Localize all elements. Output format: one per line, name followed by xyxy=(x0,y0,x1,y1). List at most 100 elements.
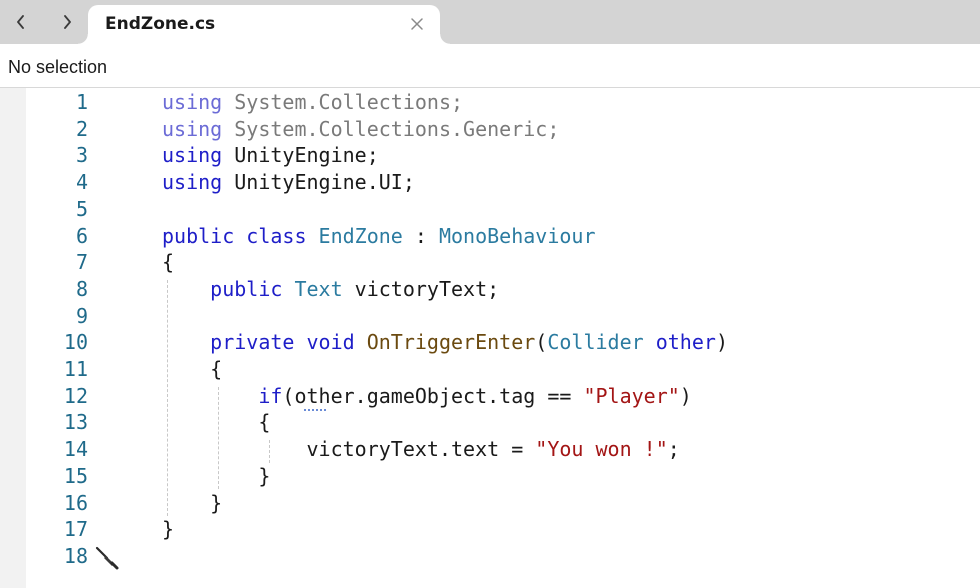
line-number: 8 xyxy=(75,276,88,301)
code-line[interactable]: 5 xyxy=(26,196,980,223)
line-number: 13 xyxy=(63,410,88,435)
code-token: OnTriggerEnter xyxy=(366,330,536,355)
code-token: other xyxy=(655,330,716,355)
code-token: ; xyxy=(667,437,680,462)
warning-squiggle xyxy=(304,406,326,411)
line-number: 9 xyxy=(75,303,88,328)
back-button[interactable] xyxy=(8,8,34,36)
code-line[interactable]: 6 public class EndZone : MonoBehaviour xyxy=(26,223,980,250)
code-text: private void OnTriggerEnter(Collider oth… xyxy=(162,329,728,355)
line-number: 10 xyxy=(63,330,88,355)
code-text: using System.Collections; xyxy=(162,89,463,115)
code-token: using xyxy=(162,143,223,168)
code-line[interactable]: 16 } xyxy=(26,490,980,517)
code-token: public xyxy=(210,276,283,301)
code-text: if(other.gameObject.tag == "Player") xyxy=(162,383,692,409)
code-text: using UnityEngine; xyxy=(162,142,379,168)
code-token: using xyxy=(162,90,223,114)
code-line[interactable]: 3 using UnityEngine; xyxy=(26,142,980,169)
line-number: 16 xyxy=(63,490,88,515)
code-text: { xyxy=(162,249,174,275)
forward-button[interactable] xyxy=(54,8,80,36)
code-token: MonoBehaviour xyxy=(438,223,596,248)
code-token: (other.gameObject.tag == xyxy=(282,383,584,408)
code-token: } xyxy=(162,463,271,488)
code-token: } xyxy=(162,490,223,515)
indent-guide xyxy=(269,440,270,463)
line-number: 4 xyxy=(75,170,88,195)
close-icon[interactable] xyxy=(410,17,424,31)
code-line[interactable]: 7{ xyxy=(26,249,980,276)
code-line[interactable]: 9 xyxy=(26,303,980,330)
code-text: public class EndZone : MonoBehaviour xyxy=(162,223,596,249)
line-number: 7 xyxy=(75,250,88,275)
code-token: { xyxy=(162,357,223,381)
code-token: System.Collections; xyxy=(222,90,464,114)
code-token: victoryText; xyxy=(342,276,500,301)
line-number: 12 xyxy=(63,383,88,408)
code-token: { xyxy=(162,410,271,435)
code-line[interactable]: 4 using UnityEngine.UI; xyxy=(26,169,980,196)
code-token: Collider xyxy=(547,330,644,355)
code-token: Text xyxy=(294,276,343,301)
code-text: { xyxy=(162,356,222,382)
code-editor[interactable]: 1 using System.Collections; 2 using System.… xyxy=(26,88,980,588)
line-number: 6 xyxy=(75,223,88,248)
code-token: private void xyxy=(210,330,355,355)
line-number: 5 xyxy=(75,196,88,221)
code-line[interactable]: 11 { xyxy=(26,356,980,383)
code-token: EndZone xyxy=(318,223,403,248)
code-line[interactable]: 2 using System.Collections.Generic; xyxy=(26,116,980,143)
line-number: 14 xyxy=(63,437,88,462)
code-line[interactable]: 15 } xyxy=(26,463,980,490)
code-line[interactable]: 1 using System.Collections; xyxy=(26,89,980,116)
code-text: public Text victoryText; xyxy=(162,276,499,302)
code-line[interactable]: 14 victoryText.text = "You won !"; xyxy=(26,436,980,463)
line-number: 17 xyxy=(63,517,88,542)
code-token: } xyxy=(162,517,175,542)
code-token: "You won !" xyxy=(535,437,668,462)
screwdriver-icon xyxy=(95,546,119,570)
code-token: ) xyxy=(679,383,692,408)
code-token: UnityEngine.UI; xyxy=(222,170,415,195)
code-text: victoryText.text = "You won !"; xyxy=(162,436,680,462)
code-token: if xyxy=(258,383,283,408)
code-text: } xyxy=(162,463,270,489)
code-line[interactable]: 17} xyxy=(26,516,980,543)
code-text: using System.Collections.Generic; xyxy=(162,116,559,142)
tab-title: EndZone.cs xyxy=(105,14,216,34)
chevron-left-icon xyxy=(17,15,24,29)
code-line[interactable]: 8 public Text victoryText; xyxy=(26,276,980,303)
code-token: "Player" xyxy=(583,383,680,408)
code-text: } xyxy=(162,490,222,516)
code-token: public class xyxy=(162,223,307,248)
indent-guide xyxy=(167,279,168,517)
code-line[interactable]: 10 private void OnTriggerEnter(Collider … xyxy=(26,329,980,356)
code-text: using UnityEngine.UI; xyxy=(162,169,415,195)
code-text: } xyxy=(162,516,174,542)
tab-bar: EndZone.cs xyxy=(0,0,980,44)
code-token: using xyxy=(162,170,223,195)
code-token: : xyxy=(402,223,439,248)
code-line[interactable]: 13 { xyxy=(26,409,980,436)
tab-endzone[interactable]: EndZone.cs xyxy=(78,5,450,44)
code-text: { xyxy=(162,409,270,435)
line-number: 11 xyxy=(63,357,88,381)
code-line[interactable]: 18 xyxy=(26,543,980,570)
code-line[interactable]: 12 if(other.gameObject.tag == "Player") xyxy=(26,383,980,410)
line-number: 18 xyxy=(63,543,88,568)
code-token: UnityEngine; xyxy=(222,143,379,168)
code-token: ) xyxy=(715,330,728,355)
selection-status: No selection xyxy=(8,57,108,77)
line-number: 1 xyxy=(75,90,88,114)
code-token: { xyxy=(162,250,175,275)
line-number: 2 xyxy=(75,116,88,141)
code-token: using xyxy=(162,116,223,141)
selection-status-bar: No selection xyxy=(0,44,980,88)
